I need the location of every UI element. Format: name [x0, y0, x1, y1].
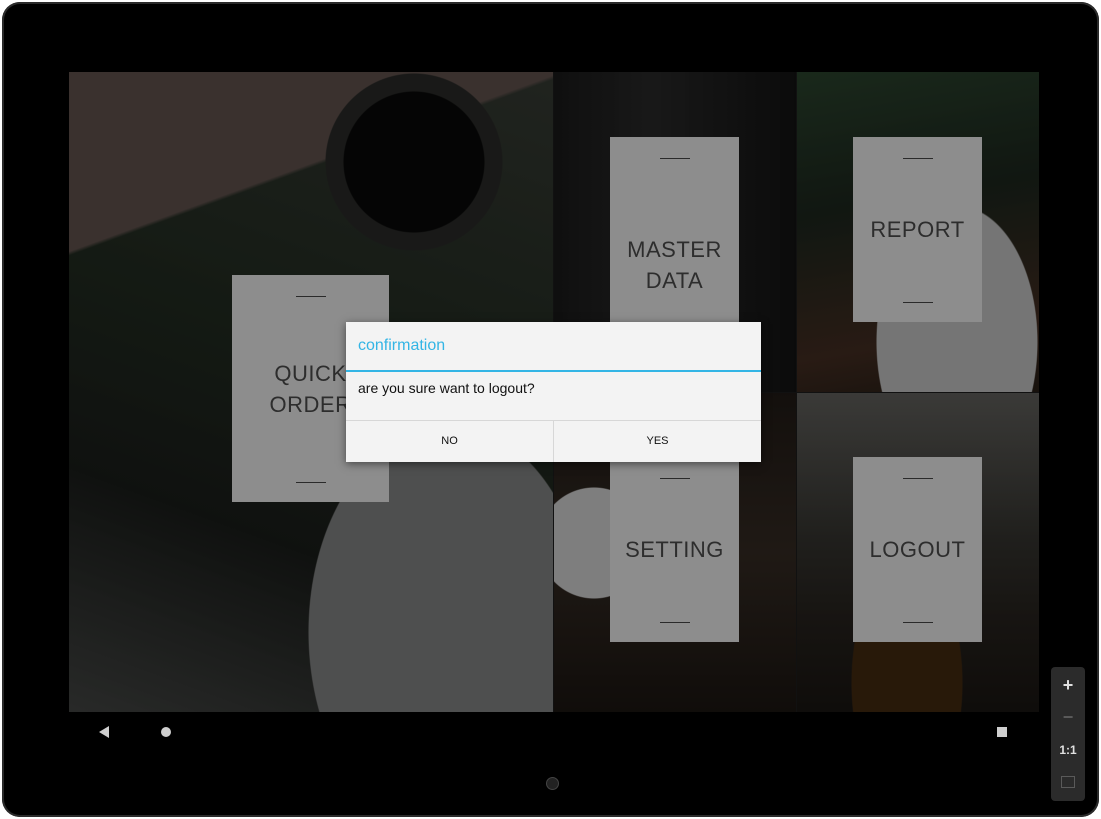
android-navigation-bar [69, 712, 1039, 753]
setting-label: SETTING [625, 537, 724, 562]
back-icon[interactable] [99, 726, 109, 738]
logout-label: LOGOUT [869, 537, 966, 562]
zoom-out-button[interactable]: − [1051, 701, 1085, 733]
logout-confirmation-dialog: confirmation are you sure want to logout… [346, 322, 761, 462]
fit-screen-button[interactable] [1051, 767, 1085, 799]
dialog-button-bar: NO YES [346, 420, 761, 462]
zoom-in-button[interactable]: + [1051, 669, 1085, 701]
divider [902, 622, 933, 623]
home-icon[interactable] [161, 727, 171, 737]
device-screen: QUICK ORDER MASTER DATA REPORT SETTING L [69, 72, 1039, 753]
yes-button[interactable]: YES [553, 421, 761, 462]
divider [902, 302, 933, 303]
report-label: REPORT [870, 217, 965, 242]
dialog-title: confirmation [346, 322, 761, 372]
fit-screen-icon [1061, 776, 1075, 788]
report-button[interactable]: REPORT [853, 137, 982, 322]
quick-order-label: QUICK ORDER [269, 360, 352, 417]
divider [659, 478, 690, 479]
camera-icon [546, 777, 559, 790]
divider [659, 622, 690, 623]
divider [295, 296, 326, 297]
divider [295, 482, 326, 483]
master-data-label: MASTER DATA [627, 236, 722, 293]
device-frame: QUICK ORDER MASTER DATA REPORT SETTING L [2, 2, 1099, 817]
dialog-message: are you sure want to logout? [358, 380, 535, 396]
setting-button[interactable]: SETTING [610, 457, 739, 642]
divider [659, 158, 690, 159]
no-button[interactable]: NO [346, 421, 553, 462]
emulator-zoom-controls: + − 1:1 [1051, 667, 1085, 801]
logout-button[interactable]: LOGOUT [853, 457, 982, 642]
divider [902, 478, 933, 479]
divider [902, 158, 933, 159]
main-menu: QUICK ORDER MASTER DATA REPORT SETTING L [69, 72, 1039, 712]
recent-apps-icon[interactable] [997, 727, 1007, 737]
actual-size-button[interactable]: 1:1 [1051, 734, 1085, 766]
